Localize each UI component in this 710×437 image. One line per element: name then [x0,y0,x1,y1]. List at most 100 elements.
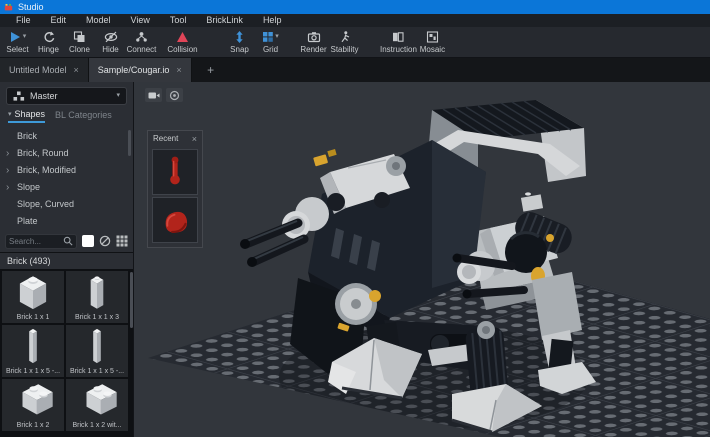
search-box [5,233,77,249]
collision-triangle-icon [177,32,188,42]
toolbar-button-snap[interactable]: Snap [224,28,255,57]
recent-part-red-rock[interactable] [152,197,198,243]
palette-tabs: ▾ Shapes BL Categories [0,106,133,126]
category-list: Brick › Brick, Round › Brick, Modified ›… [0,126,133,230]
grid-icon [263,32,274,42]
color-filter-icon[interactable] [99,235,111,247]
tab-bl-categories[interactable]: BL Categories [55,110,112,122]
chevron-right-icon: › [6,148,10,159]
stability-figure-icon [341,31,349,43]
collapse-chevron-icon: ▾ [8,111,12,118]
studio-app-window: Studio File Edit Model View Tool BrickLi… [0,0,710,437]
toolbar-button-hinge[interactable]: Hinge [33,28,64,57]
mosaic-picture-icon [426,31,438,43]
recent-part-red-bar[interactable] [152,149,198,195]
part-brick-1x1x5[interactable]: Brick 1 x 1 x 5 -... [2,325,64,377]
menu-bar: File Edit Model View Tool BrickLink Help [0,14,710,27]
part-brick-1x1[interactable]: Brick 1 x 1 [2,271,64,323]
part-brick-1x1x3[interactable]: Brick 1 x 1 x 3 [66,271,128,323]
toolbar-button-mosaic[interactable]: Mosaic [417,28,448,57]
camera-icon [148,92,159,98]
connect-icon [136,32,147,42]
main-toolbar: ▾ Select Hinge Clone Hide Connect Collis… [0,27,710,58]
menu-edit[interactable]: Edit [41,14,77,27]
toolbar-button-connect[interactable]: Connect [126,28,157,57]
toolbar-button-stability[interactable]: Stability [329,28,360,57]
chevron-right-icon: › [6,182,10,193]
menu-tool[interactable]: Tool [160,14,197,27]
select-arrow-icon [10,32,20,42]
toolbar-button-grid[interactable]: ▾ Grid [255,28,286,57]
parts-grid: Brick 1 x 1 Brick 1 x 1 x 3 Brick 1 x 1 … [0,269,133,437]
menu-help[interactable]: Help [253,14,292,27]
parts-palette-sidebar: Master ▾ ▾ Shapes BL Categories Brick › … [0,82,134,437]
brick-1x1x5-thumbnail [93,328,101,364]
brick-1x2-thumbnail [22,384,53,415]
render-camera-icon [307,32,320,43]
part-brick-1x2-with[interactable]: Brick 1 x 2 wit... [66,379,128,431]
snap-arrows-icon [236,31,243,43]
studio-logo-icon [4,3,13,10]
document-tab-bar: Untitled Model × Sample/Cougar.io × + [0,58,710,82]
toolbar-button-instruction[interactable]: Instruction [380,28,417,57]
toolbar-button-clone[interactable]: Clone [64,28,95,57]
red-rock-part-thumbnail [165,211,188,234]
category-brick[interactable]: Brick [0,128,133,145]
hide-eye-icon [104,31,117,43]
viewport-3d[interactable]: Recent × [134,82,710,437]
menu-model[interactable]: Model [76,14,121,27]
parts-scrollbar[interactable] [130,272,133,328]
brick-1x1x5-thumbnail [29,328,37,364]
orbit-center-button[interactable] [166,88,183,102]
caret-down-icon: ▾ [22,33,27,40]
close-tab-icon[interactable]: × [74,65,79,75]
toolbar-button-render[interactable]: Render [298,28,329,57]
tab-shapes[interactable]: ▾ Shapes [8,109,46,123]
parts-section-header: Brick (493) [7,256,51,266]
part-brick-1x1x5-b[interactable]: Brick 1 x 1 x 5 -... [66,325,128,377]
scene-canvas[interactable] [134,82,710,437]
chevron-right-icon: › [6,165,10,176]
category-scrollbar[interactable] [128,130,131,156]
step-selector-dropdown[interactable]: Master ▾ [6,87,127,105]
hinge-rotate-icon [44,31,55,42]
camera-view-button[interactable] [145,88,162,102]
toolbar-button-hide[interactable]: Hide [95,28,126,57]
search-input[interactable] [9,236,63,246]
menu-view[interactable]: View [121,14,160,27]
close-icon[interactable]: × [192,134,197,144]
close-tab-icon[interactable]: × [176,65,181,75]
orbit-target-icon [169,90,180,100]
tab-untitled-model[interactable]: Untitled Model × [0,58,89,82]
window-title: Studio [18,2,44,12]
category-brick-modified[interactable]: › Brick, Modified [0,162,133,179]
menu-bricklink[interactable]: BrickLink [196,14,253,27]
new-tab-button[interactable]: + [200,58,222,82]
caret-down-icon: ▾ [116,92,120,99]
category-plate[interactable]: Plate [0,213,133,230]
caret-down-icon: ▾ [275,33,279,40]
instruction-book-icon [393,32,405,42]
category-slope[interactable]: › Slope [0,179,133,196]
recent-panel-title: Recent [153,134,179,143]
category-brick-round[interactable]: › Brick, Round [0,145,133,162]
menu-file[interactable]: File [6,14,41,27]
recent-parts-panel: Recent × [147,130,203,248]
category-slope-curved[interactable]: Slope, Curved [0,196,133,213]
toolbar-button-select[interactable]: ▾ Select [2,28,33,57]
clone-icon [73,31,85,42]
brick-1x1x3-thumbnail [90,276,104,309]
title-bar: Studio [0,0,710,14]
color-swatch-white[interactable] [82,235,94,247]
red-bar-part-thumbnail [170,156,180,185]
step-selector-label: Master [30,91,58,101]
tab-sample-cougar[interactable]: Sample/Cougar.io × [88,58,192,82]
toolbar-button-collision[interactable]: Collision [167,28,198,57]
search-icon [63,236,73,246]
brick-1x1-thumbnail [19,276,47,310]
hierarchy-icon [13,91,25,101]
grid-view-icon[interactable] [116,235,128,247]
search-row [0,230,133,252]
brick-1x2-thumbnail [86,384,117,415]
part-brick-1x2[interactable]: Brick 1 x 2 [2,379,64,431]
